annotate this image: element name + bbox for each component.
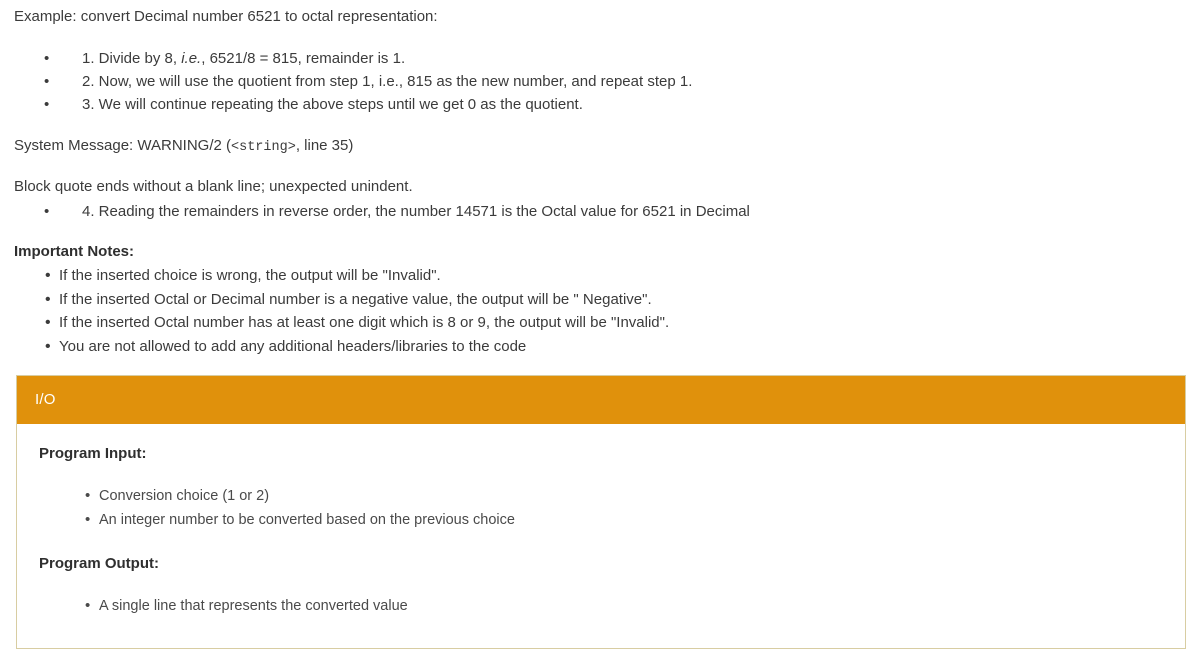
important-note-item: • If the inserted Octal or Decimal numbe… — [0, 288, 669, 312]
io-panel-title: I/O — [35, 391, 56, 408]
bullet-icon: • — [45, 337, 51, 355]
bullet-icon: • — [45, 267, 51, 284]
important-note-item: • If the inserted choice is wrong, the o… — [0, 264, 669, 288]
bullet-icon: • — [85, 511, 91, 528]
bullet-icon: • — [45, 290, 51, 308]
bullet-icon: • — [44, 96, 50, 113]
program-input-item: • Conversion choice (1 or 2) — [17, 484, 1185, 508]
bullet-icon: • — [44, 50, 50, 67]
program-output-item-text: A single line that represents the conver… — [99, 598, 408, 614]
bullet-icon: • — [45, 314, 51, 331]
program-input-list: • Conversion choice (1 or 2) • An intege… — [17, 484, 1185, 532]
program-output-heading: Program Output: — [39, 555, 159, 572]
program-input-heading: Program Input: — [39, 445, 147, 462]
bullet-icon: • — [85, 487, 91, 504]
assignment-description-page: Example: convert Decimal number 6521 to … — [0, 0, 1200, 658]
example-step-3-text: 3. We will continue repeating the above … — [82, 96, 583, 113]
example-step-1-post: , 6521/8 = 815, remainder is 1. — [201, 50, 406, 67]
important-note-text: You are not allowed to add any additiona… — [59, 337, 527, 355]
bullet-icon: • — [44, 203, 50, 220]
system-message-suffix: , line 35) — [295, 137, 354, 154]
important-note-item: • You are not allowed to add any additio… — [0, 335, 669, 359]
example-step-1: • 1. Divide by 8, i.e., 6521/8 = 815, re… — [0, 47, 692, 70]
io-panel-header: I/O — [17, 376, 1185, 424]
example-step-4-list: • 4. Reading the remainders in reverse o… — [0, 200, 750, 223]
system-message-prefix: System Message: WARNING/2 ( — [14, 137, 231, 154]
important-note-text: If the inserted Octal or Decimal number … — [59, 290, 652, 308]
program-input-item-text: An integer number to be converted based … — [99, 512, 515, 528]
program-input-item: • An integer number to be converted base… — [17, 508, 1185, 532]
system-message-line: System Message: WARNING/2 (<string>, lin… — [14, 136, 353, 158]
important-note-text: If the inserted Octal number has at leas… — [59, 314, 670, 331]
important-note-text: If the inserted choice is wrong, the out… — [59, 267, 441, 284]
bullet-icon: • — [85, 597, 91, 614]
example-step-2-text: 2. Now, we will use the quotient from st… — [82, 73, 693, 90]
program-output-item: • A single line that represents the conv… — [17, 594, 1185, 618]
example-step-3: • 3. We will continue repeating the abov… — [0, 93, 692, 116]
io-panel-body: Program Input: • Conversion choice (1 or… — [17, 424, 1185, 648]
example-intro-text: Example: convert Decimal number 6521 to … — [14, 8, 438, 25]
important-note-item: • If the inserted Octal number has at le… — [0, 311, 669, 335]
important-notes-heading: Important Notes: — [14, 243, 134, 260]
io-panel: I/O Program Input: • Conversion choice (… — [16, 375, 1186, 649]
bullet-icon: • — [44, 73, 50, 90]
example-step-4-text: 4. Reading the remainders in reverse ord… — [82, 203, 750, 220]
system-message-mono-token: <string> — [231, 140, 296, 155]
example-step-1-pre: 1. Divide by 8, — [82, 50, 182, 67]
example-step-4: • 4. Reading the remainders in reverse o… — [0, 200, 750, 223]
system-message-detail: Block quote ends without a blank line; u… — [14, 178, 413, 195]
example-steps-list: • 1. Divide by 8, i.e., 6521/8 = 815, re… — [0, 47, 692, 116]
important-notes-list: • If the inserted choice is wrong, the o… — [0, 264, 669, 358]
program-output-list: • A single line that represents the conv… — [17, 594, 1185, 618]
example-step-1-em: i.e. — [181, 50, 202, 67]
program-input-item-text: Conversion choice (1 or 2) — [99, 488, 270, 504]
example-step-2: • 2. Now, we will use the quotient from … — [0, 70, 692, 93]
